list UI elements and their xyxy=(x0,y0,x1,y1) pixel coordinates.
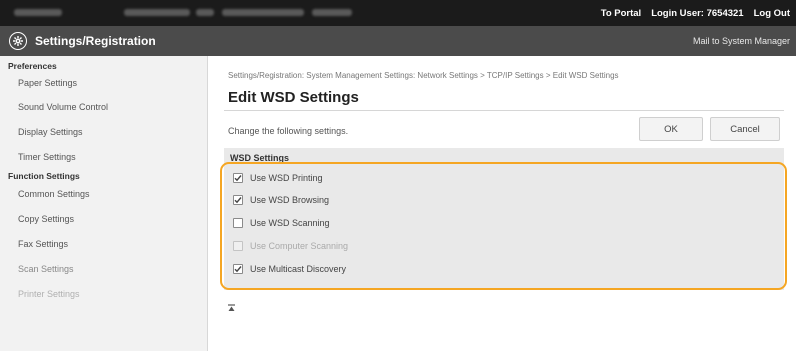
blurred-text xyxy=(14,9,62,16)
portal-link[interactable]: To Portal xyxy=(601,8,641,19)
back-to-top-icon[interactable] xyxy=(227,304,236,313)
blurred-text xyxy=(312,9,352,16)
ok-button[interactable]: OK xyxy=(639,117,703,141)
divider xyxy=(224,110,784,111)
settings-icon xyxy=(9,32,27,50)
login-user-label: Login User: 7654321 xyxy=(651,7,744,19)
blurred-text xyxy=(196,9,214,16)
top-bar: To Portal Login User: 7654321 Log Out xyxy=(0,0,796,26)
sidebar-item-scan-settings[interactable]: Scan Settings xyxy=(0,257,207,282)
breadcrumb: Settings/Registration: System Management… xyxy=(228,71,619,80)
sidebar-item-sound-volume-control[interactable]: Sound Volume Control xyxy=(0,95,207,120)
mail-system-manager-link[interactable]: Mail to System Manager xyxy=(693,26,790,56)
blurred-text xyxy=(124,9,190,16)
sidebar-item-paper-settings[interactable]: Paper Settings xyxy=(0,72,207,95)
main-content: Settings/Registration: System Management… xyxy=(208,56,796,351)
sidebar-heading-function-settings: Function Settings xyxy=(8,171,80,181)
sidebar-item-fax-settings[interactable]: Fax Settings xyxy=(0,232,207,257)
title-bar: Settings/Registration Mail to System Man… xyxy=(0,26,796,56)
highlight-frame xyxy=(220,162,787,290)
sidebar-heading-preferences: Preferences xyxy=(8,61,57,71)
sidebar-item-timer-settings[interactable]: Timer Settings xyxy=(0,145,207,170)
sidebar-item-copy-settings[interactable]: Copy Settings xyxy=(0,207,207,232)
page-header-title: Settings/Registration xyxy=(35,34,156,48)
logout-link[interactable]: Log Out xyxy=(754,8,790,19)
sidebar-item-printer-settings[interactable]: Printer Settings xyxy=(0,282,207,307)
page-title: Edit WSD Settings xyxy=(228,89,359,106)
cancel-button[interactable]: Cancel xyxy=(710,117,780,141)
blurred-text xyxy=(222,9,304,16)
instruction-text: Change the following settings. xyxy=(228,126,349,136)
sidebar-item-display-settings[interactable]: Display Settings xyxy=(0,120,207,145)
sidebar-item-common-settings[interactable]: Common Settings xyxy=(0,182,207,207)
sidebar: Preferences Paper Settings Sound Volume … xyxy=(0,56,208,351)
